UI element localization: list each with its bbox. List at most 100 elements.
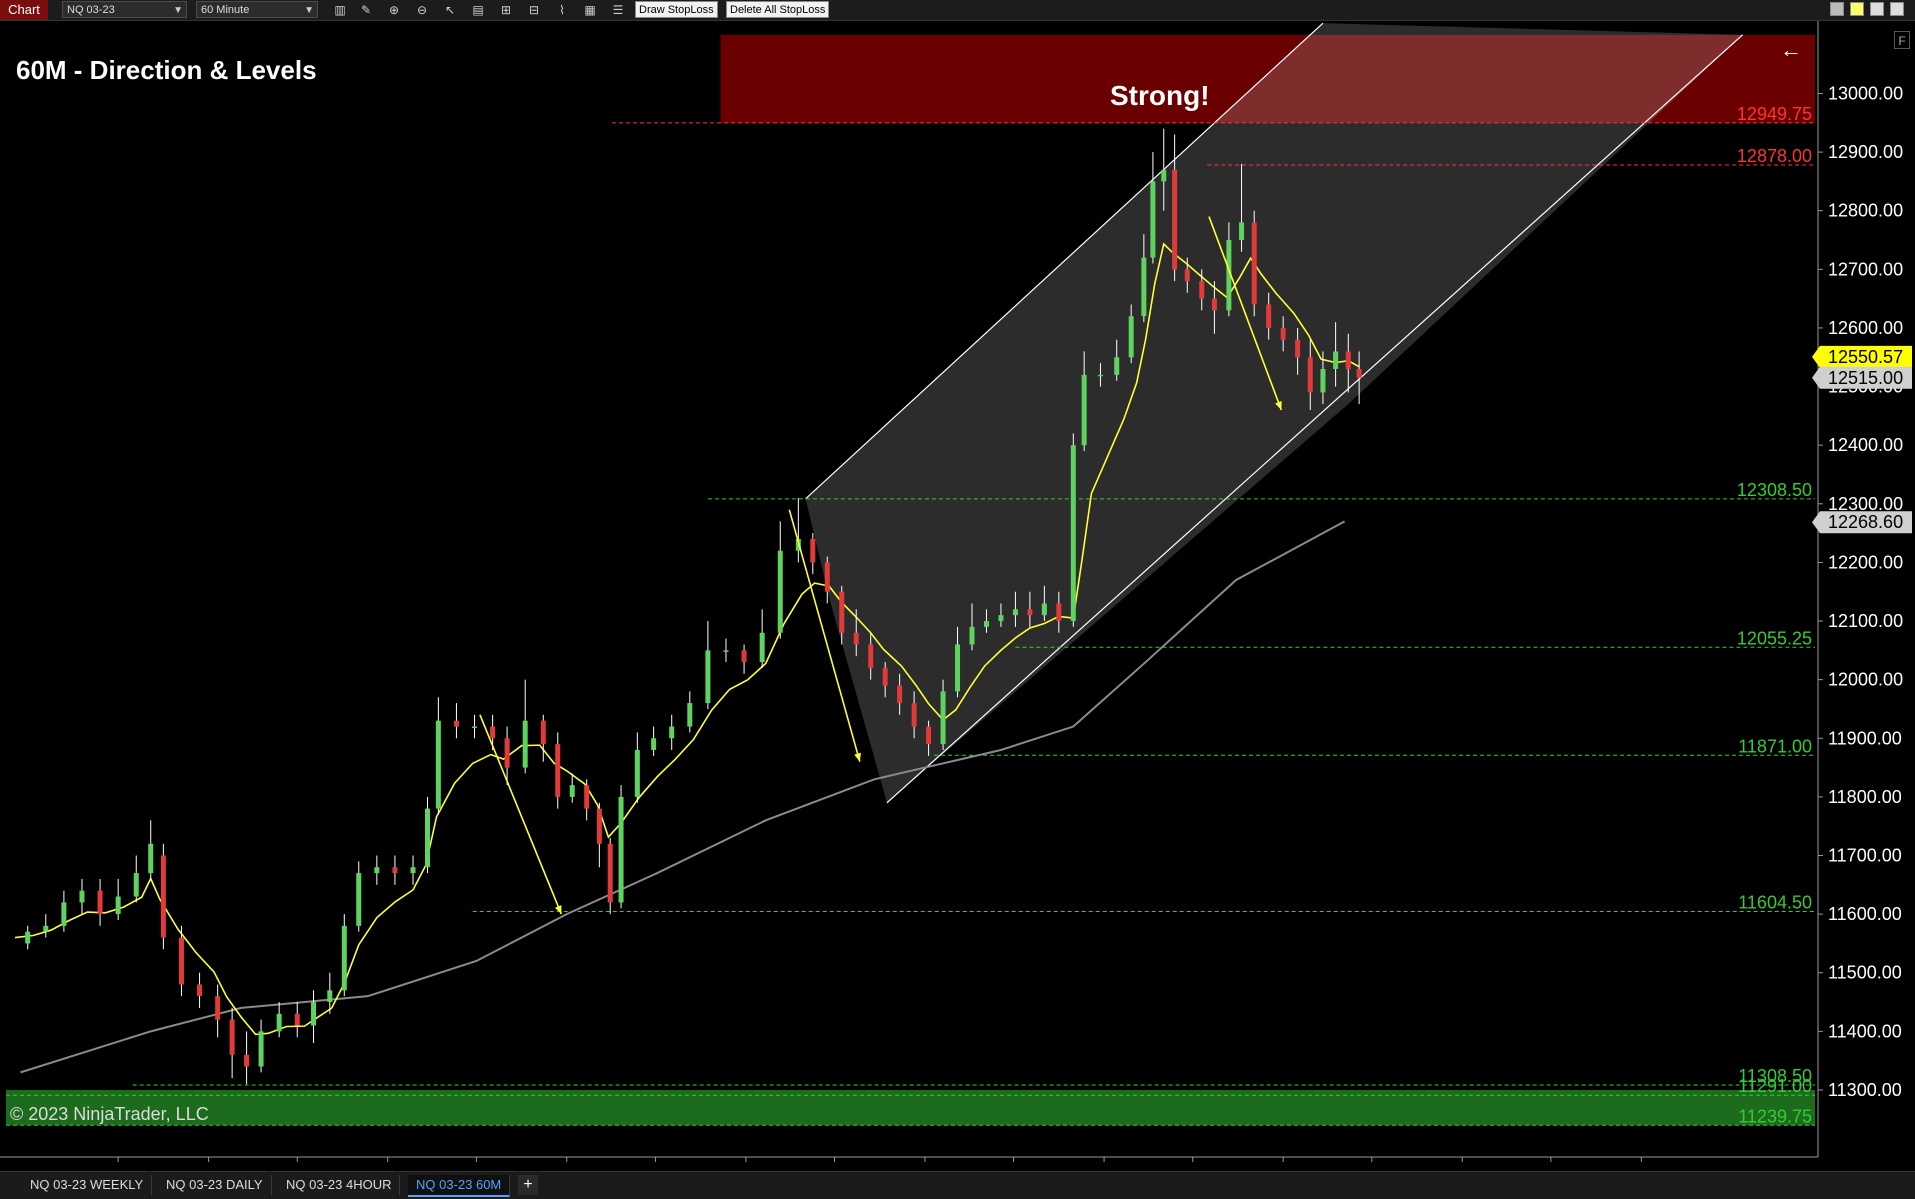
maximize-icon[interactable] (1890, 2, 1904, 16)
candle-body (1141, 257, 1147, 317)
candle-body (839, 591, 845, 633)
price-chart[interactable]: 12949.75 12878.00 12308.50 12055.25 11871.00… (0, 21, 1915, 1166)
candle-body (1056, 603, 1062, 622)
candle-body (955, 644, 961, 692)
candle-body (1345, 351, 1351, 369)
level-label: 12308.50 (1737, 480, 1812, 500)
draw-stoploss-button[interactable]: Draw StopLoss (635, 1, 718, 18)
candle-body (1280, 327, 1286, 340)
data-box-icon[interactable]: ▤ (470, 2, 486, 18)
arrow-head (554, 905, 562, 915)
candle-body (618, 796, 624, 903)
x-tick-label: Feb 8 (1439, 1165, 1485, 1166)
x-tick-label: Jan 26 (628, 1165, 682, 1166)
trend-channel (805, 23, 1743, 803)
candle-body (1199, 281, 1205, 299)
candle-body (759, 632, 765, 663)
instrument-selector[interactable]: NQ 03-23 ▼ (62, 1, 187, 18)
candle-body (341, 925, 347, 991)
y-tick-label: 12800.00 (1828, 201, 1903, 221)
highlight-icon[interactable] (1850, 2, 1864, 16)
level-label: 11871.00 (1738, 736, 1812, 756)
candle-body (824, 562, 830, 592)
level-label: 12878.00 (1737, 146, 1812, 166)
chart-panel[interactable]: 12949.75 12878.00 12308.50 12055.25 11871.00… (0, 21, 1915, 1166)
timeframe-selector[interactable]: 60 Minute ▼ (196, 1, 318, 18)
candle-body (43, 925, 49, 932)
x-tick-label: Feb 2 (1081, 1165, 1127, 1166)
zoom-out-icon[interactable]: ⊖ (414, 2, 430, 18)
chevron-down-icon: ▼ (304, 5, 314, 16)
candle-body (540, 720, 546, 745)
candle-body (853, 632, 859, 645)
candle-body (897, 685, 903, 704)
y-tick-label: 11400.00 (1828, 1021, 1902, 1041)
tab-60m[interactable]: NQ 03-23 60M (408, 1175, 511, 1197)
candle-body (1295, 339, 1301, 358)
candle-body (229, 1019, 235, 1055)
candle-body (596, 808, 602, 844)
candle-body (868, 644, 874, 668)
x-tick-label: Jan 25 (540, 1165, 594, 1166)
pencil-icon[interactable]: ✎ (358, 2, 374, 18)
candle-body (1070, 445, 1076, 622)
y-tick-label: 12400.00 (1828, 435, 1903, 455)
properties-icon[interactable]: ⊞ (498, 2, 514, 18)
candle-body (607, 843, 613, 903)
y-tick-label: 11900.00 (1828, 728, 1902, 748)
candle-body (651, 738, 657, 750)
candle-body (1161, 169, 1167, 182)
candle-body (1027, 609, 1033, 616)
x-tick-label: Feb 1 (991, 1165, 1037, 1166)
y-tick-label: 11800.00 (1828, 787, 1902, 807)
y-tick-label: 12000.00 (1828, 670, 1903, 690)
indicators-icon[interactable]: ⌇ (554, 2, 570, 18)
candle-body (555, 744, 561, 797)
bar-type-icon[interactable]: ▥ (332, 2, 348, 18)
tab-daily[interactable]: NQ 03-23 DAILY (158, 1175, 272, 1195)
level-label: 11291.00 (1738, 1076, 1812, 1096)
candle-body (1041, 603, 1047, 616)
x-tick-label: Feb 9 (1528, 1165, 1574, 1166)
candle-body (998, 615, 1004, 622)
templates-icon[interactable]: ▦ (582, 2, 598, 18)
chart-menu-button[interactable]: Chart (0, 0, 48, 20)
candle-body (969, 626, 975, 645)
candle-body (1172, 169, 1178, 270)
back-arrow-icon[interactable]: ← (1780, 37, 1802, 63)
candle-body (1097, 374, 1103, 377)
copyright-watermark: © 2023 NinjaTrader, LLC (10, 1104, 209, 1124)
x-tick-label: Feb 10 (1613, 1165, 1669, 1166)
candle-body (741, 650, 747, 663)
candle-body (882, 667, 888, 686)
delete-stoploss-button[interactable]: Delete All StopLoss (726, 1, 830, 18)
price-marker-label: 12268.60 (1828, 512, 1903, 532)
y-tick-label: 12300.00 (1828, 494, 1903, 514)
pointer-icon[interactable]: ↖ (442, 2, 458, 18)
strategies-icon[interactable]: ⊟ (526, 2, 542, 18)
list-icon[interactable]: ☰ (610, 2, 626, 18)
f-button[interactable]: F (1894, 31, 1910, 49)
tab-4hour[interactable]: NQ 03-23 4HOUR (278, 1175, 401, 1195)
price-marker-label: 12515.00 (1828, 368, 1903, 388)
candle-body (1251, 222, 1257, 305)
minimize-icon[interactable] (1870, 2, 1884, 16)
candle-body (258, 1031, 264, 1067)
chart-tabs: NQ 03-23 WEEKLY NQ 03-23 DAILY NQ 03-23 … (0, 1171, 1915, 1199)
y-tick-label: 11600.00 (1828, 904, 1902, 924)
candle-body (148, 843, 154, 874)
candle-body (940, 691, 946, 745)
candle-body (723, 650, 729, 652)
candle-body (374, 867, 380, 874)
candle-body (410, 867, 416, 874)
y-tick-label: 12700.00 (1828, 259, 1903, 279)
candle-body (356, 873, 362, 926)
color-swatch-icon[interactable] (1830, 2, 1844, 16)
tab-weekly[interactable]: NQ 03-23 WEEKLY (22, 1175, 153, 1195)
x-tick-label: Jan 31 (898, 1165, 952, 1166)
candle-body (1211, 298, 1217, 311)
candle-body (1081, 374, 1087, 446)
candle-body (777, 550, 783, 633)
add-tab-button[interactable]: + (518, 1175, 538, 1195)
zoom-in-icon[interactable]: ⊕ (386, 2, 402, 18)
